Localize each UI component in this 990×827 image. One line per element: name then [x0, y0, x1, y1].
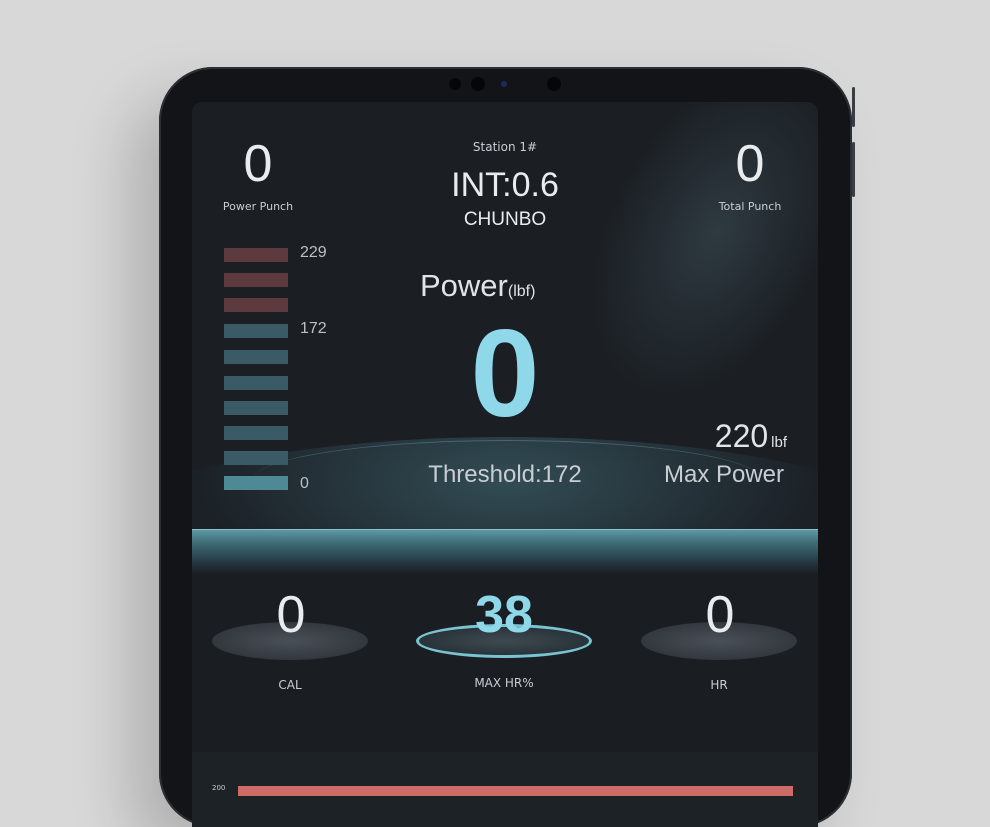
- level-bar: [224, 324, 288, 338]
- camera-bar: [449, 77, 569, 91]
- cal-label: CAL: [278, 678, 302, 692]
- sensor-icon: [449, 78, 461, 90]
- divider-band: [192, 529, 818, 574]
- max-power-label: Max Power: [663, 461, 785, 488]
- max-hr-value: 38: [475, 586, 533, 644]
- level-bar: [224, 273, 288, 287]
- app-screen: 0 Power Punch Station 1# INT:0.6 CHUNBO …: [192, 102, 818, 827]
- volume-up-button: [852, 142, 855, 197]
- total-punch-value: 0: [735, 135, 765, 193]
- total-punch-label: Total Punch: [718, 200, 782, 213]
- scale-bottom-label: 0: [300, 475, 309, 492]
- power-punch-value: 0: [243, 135, 273, 193]
- level-bar: [224, 426, 288, 440]
- tablet-device: 0 Power Punch Station 1# INT:0.6 CHUNBO …: [159, 67, 855, 827]
- interval-value: INT:0.6: [451, 166, 559, 204]
- max-power-value-group: 220 lbf: [697, 418, 787, 455]
- level-bar: [224, 248, 288, 262]
- sensor-icon: [547, 77, 561, 91]
- camera-icon: [471, 77, 485, 91]
- scale-top-label: 229: [300, 244, 327, 261]
- max-hr-label: MAX HR%: [474, 676, 534, 690]
- indicator-icon: [501, 81, 507, 87]
- hr-label: HR: [710, 678, 728, 692]
- power-title: Power(lbf): [420, 268, 620, 304]
- level-bar: [224, 298, 288, 312]
- threshold-label: Threshold:172: [428, 461, 582, 488]
- user-name: CHUNBO: [463, 209, 547, 230]
- power-punch-label: Power Punch: [222, 200, 294, 213]
- chart-bar: [238, 786, 793, 796]
- cal-value: 0: [276, 586, 306, 644]
- level-bar: [224, 451, 288, 465]
- level-bar: [224, 376, 288, 390]
- level-bar: [224, 401, 288, 415]
- power-value: 0: [470, 305, 540, 443]
- power-unit: (lbf): [507, 283, 536, 300]
- max-power-unit: lbf: [771, 434, 787, 451]
- hr-value: 0: [705, 586, 735, 644]
- power-label: Power: [420, 268, 508, 303]
- max-power-value: 220: [714, 418, 769, 454]
- level-bar: [224, 350, 288, 364]
- chart-axis-label: 200: [212, 784, 226, 792]
- scale-mid-label: 172: [300, 320, 327, 337]
- level-bar-active: [224, 476, 288, 490]
- station-label: Station 1#: [472, 140, 538, 154]
- side-button: [852, 87, 855, 127]
